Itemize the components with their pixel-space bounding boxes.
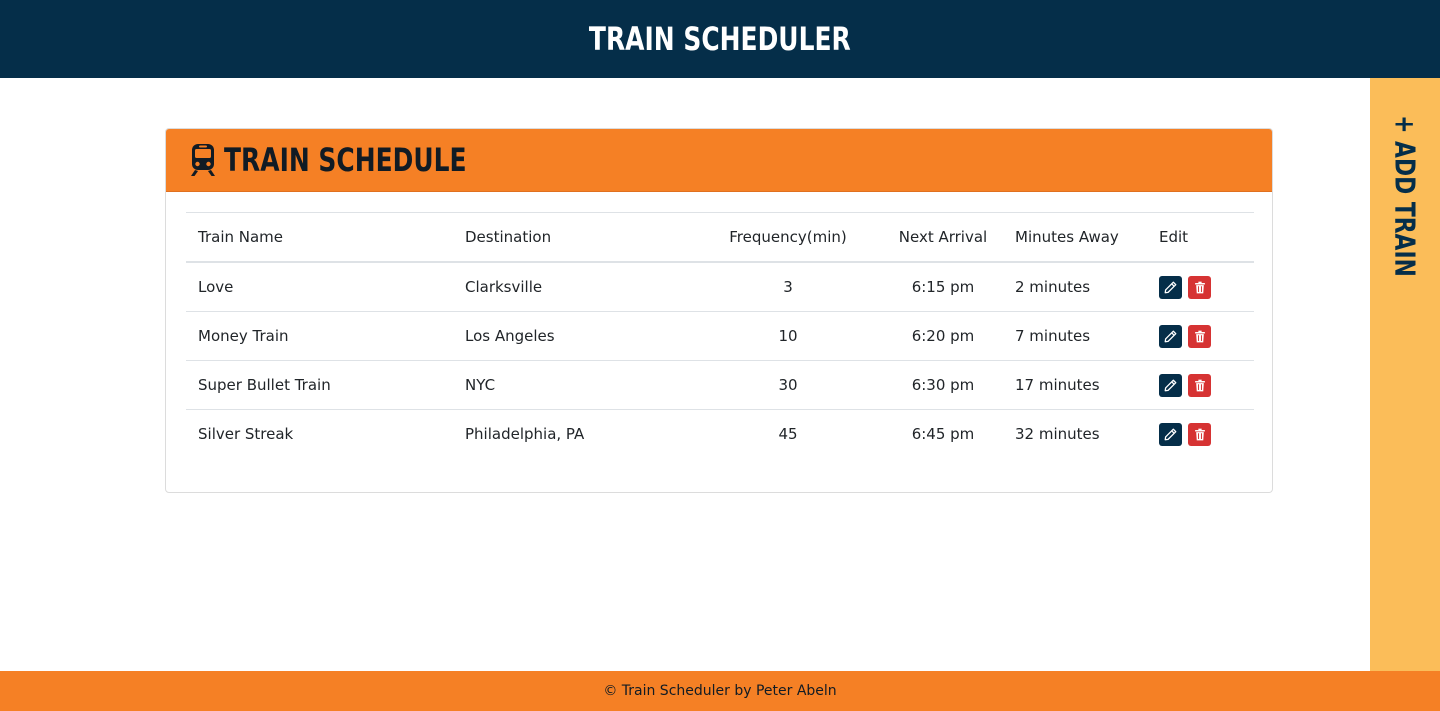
- edit-cell: [1147, 261, 1254, 312]
- frequency-cell: 3: [693, 261, 883, 312]
- delete-button[interactable]: [1188, 275, 1211, 299]
- table-row: Love Clarksville 3 6:15 pm 2 minutes: [186, 261, 1254, 312]
- next-arrival-cell: 6:15 pm: [883, 261, 1003, 312]
- train-name-cell: Money Train: [186, 311, 453, 361]
- delete-button[interactable]: [1188, 422, 1211, 446]
- train-name-cell: Super Bullet Train: [186, 360, 453, 410]
- app-title: TRAIN SCHEDULER: [589, 20, 851, 58]
- next-arrival-cell: 6:20 pm: [883, 311, 1003, 361]
- train-name-cell: Love: [186, 261, 453, 312]
- schedule-card: TRAIN SCHEDULE Train Name Destination Fr…: [165, 128, 1273, 493]
- edit-cell: [1147, 409, 1254, 458]
- pencil-icon: [1164, 428, 1177, 440]
- column-header-frequency: Frequency(min): [693, 212, 883, 263]
- edit-button[interactable]: [1159, 373, 1182, 397]
- schedule-table: Train Name Destination Frequency(min) Ne…: [186, 212, 1254, 458]
- delete-button[interactable]: [1188, 324, 1211, 348]
- table-row: Super Bullet Train NYC 30 6:30 pm 17 min…: [186, 360, 1254, 410]
- app-header: TRAIN SCHEDULER: [0, 0, 1440, 78]
- schedule-card-header: TRAIN SCHEDULE: [166, 129, 1272, 192]
- add-train-tab[interactable]: + ADD TRAIN: [1370, 78, 1440, 671]
- add-train-label: + ADD TRAIN: [1388, 115, 1422, 277]
- frequency-cell: 45: [693, 409, 883, 458]
- minutes-away-cell: 17 minutes: [1003, 360, 1147, 410]
- column-header-train-name: Train Name: [186, 212, 453, 263]
- pencil-icon: [1164, 330, 1177, 342]
- destination-cell: NYC: [453, 360, 693, 410]
- trash-icon: [1194, 330, 1205, 342]
- table-row: Silver Streak Philadelphia, PA 45 6:45 p…: [186, 409, 1254, 458]
- destination-cell: Clarksville: [453, 261, 693, 312]
- minutes-away-cell: 32 minutes: [1003, 409, 1147, 458]
- pencil-icon: [1164, 379, 1177, 391]
- train-icon: [190, 143, 216, 177]
- delete-button[interactable]: [1188, 373, 1211, 397]
- column-header-destination: Destination: [453, 212, 693, 263]
- column-header-next-arrival: Next Arrival: [883, 212, 1003, 263]
- edit-cell: [1147, 360, 1254, 410]
- column-header-minutes-away: Minutes Away: [1003, 212, 1147, 263]
- page-footer: © Train Scheduler by Peter Abeln: [0, 671, 1440, 711]
- edit-button[interactable]: [1159, 422, 1182, 446]
- trash-icon: [1194, 281, 1205, 293]
- destination-cell: Los Angeles: [453, 311, 693, 361]
- minutes-away-cell: 2 minutes: [1003, 261, 1147, 312]
- trash-icon: [1194, 428, 1205, 440]
- next-arrival-cell: 6:45 pm: [883, 409, 1003, 458]
- schedule-title: TRAIN SCHEDULE: [224, 141, 467, 179]
- frequency-cell: 10: [693, 311, 883, 361]
- destination-cell: Philadelphia, PA: [453, 409, 693, 458]
- minutes-away-cell: 7 minutes: [1003, 311, 1147, 361]
- table-row: Money Train Los Angeles 10 6:20 pm 7 min…: [186, 311, 1254, 361]
- column-header-edit: Edit: [1147, 212, 1254, 263]
- edit-button[interactable]: [1159, 275, 1182, 299]
- pencil-icon: [1164, 281, 1177, 293]
- next-arrival-cell: 6:30 pm: [883, 360, 1003, 410]
- edit-button[interactable]: [1159, 324, 1182, 348]
- train-name-cell: Silver Streak: [186, 409, 453, 458]
- edit-cell: [1147, 311, 1254, 361]
- footer-text: © Train Scheduler by Peter Abeln: [603, 683, 837, 699]
- trash-icon: [1194, 379, 1205, 391]
- frequency-cell: 30: [693, 360, 883, 410]
- table-header-row: Train Name Destination Frequency(min) Ne…: [186, 212, 1254, 263]
